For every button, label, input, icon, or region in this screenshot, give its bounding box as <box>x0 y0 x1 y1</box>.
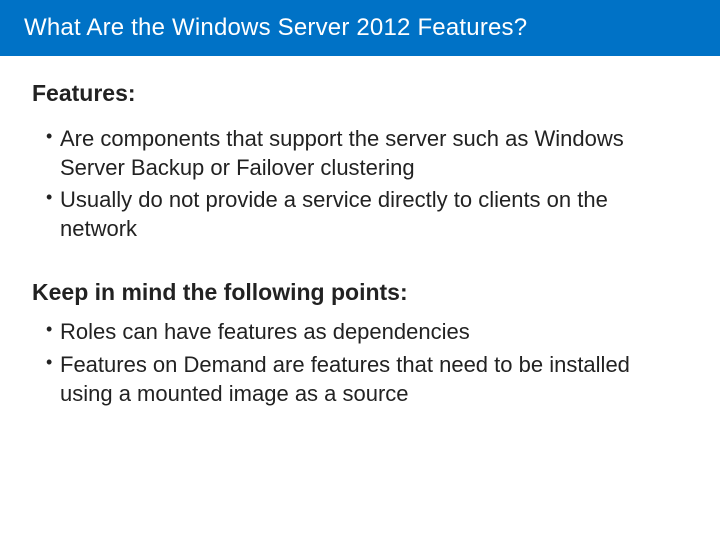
list-item: Roles can have features as dependencies <box>60 318 688 347</box>
features-list: Are components that support the server s… <box>32 125 688 243</box>
slide-title: What Are the Windows Server 2012 Feature… <box>0 0 720 56</box>
list-item: Are components that support the server s… <box>60 125 688 182</box>
slide-body: Features: Are components that support th… <box>0 56 720 432</box>
section-heading-features: Features: <box>32 80 688 107</box>
points-list: Roles can have features as dependencies … <box>32 318 688 408</box>
section-heading-points: Keep in mind the following points: <box>32 279 688 306</box>
list-item: Features on Demand are features that nee… <box>60 351 688 408</box>
list-item: Usually do not provide a service directl… <box>60 186 688 243</box>
